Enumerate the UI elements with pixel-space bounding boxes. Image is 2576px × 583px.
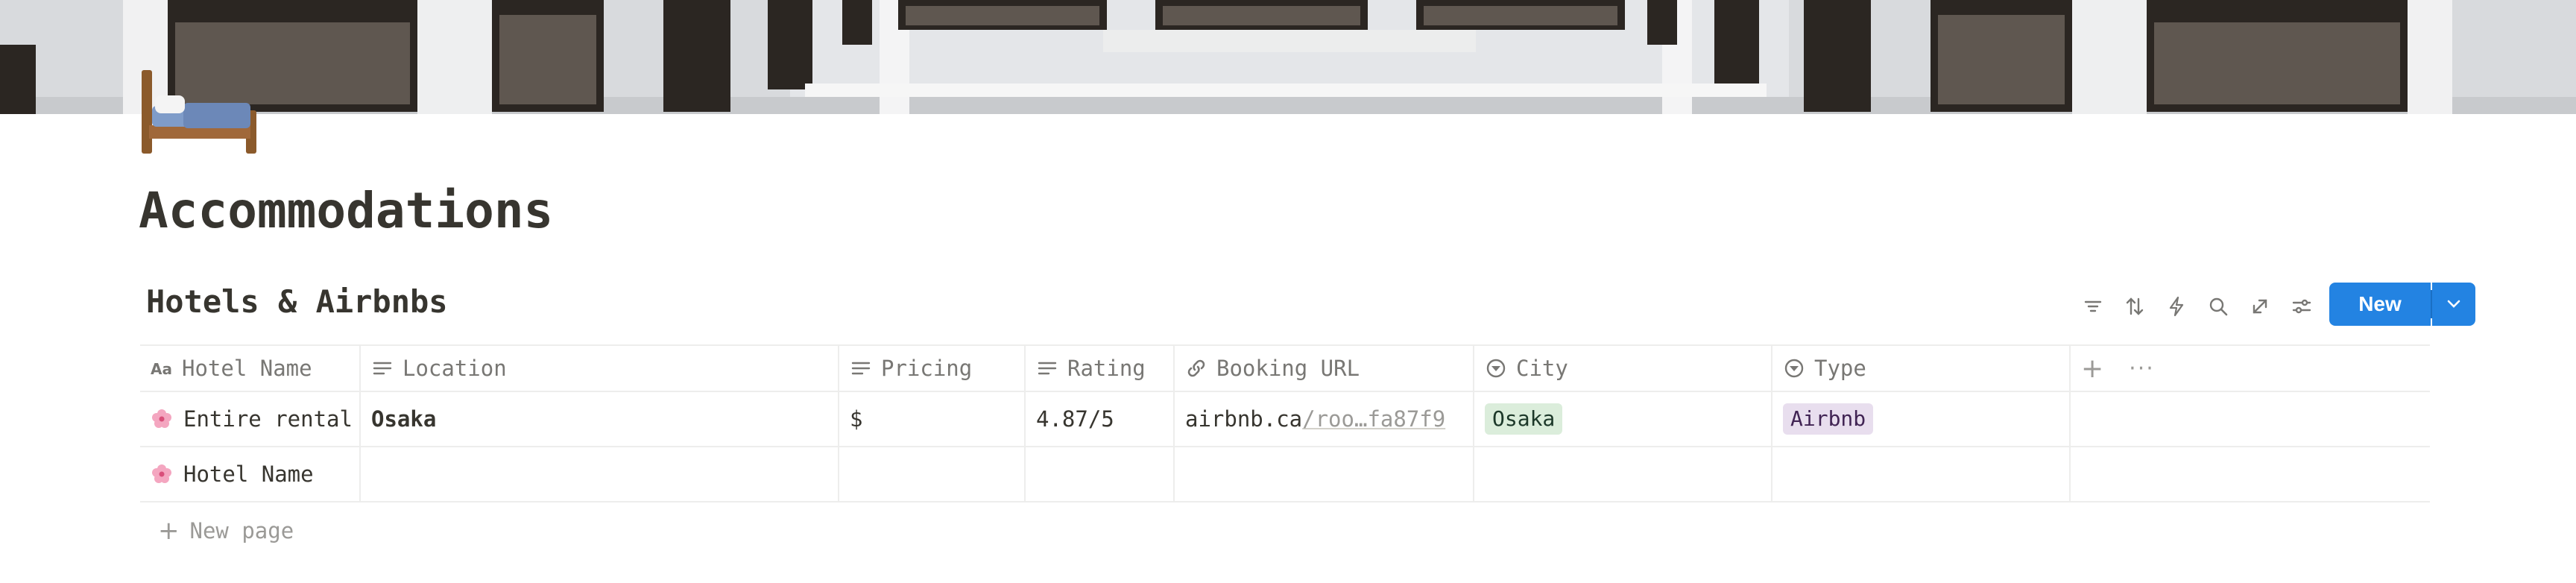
chevron-down-icon [2447,300,2460,308]
new-dropdown-button[interactable] [2431,283,2475,326]
column-label: Hotel Name [182,356,312,381]
settings-icon[interactable] [2281,286,2323,327]
column-label: Booking URL [1216,356,1360,381]
cell-rating[interactable]: 4.87/5 [1026,392,1175,446]
text-icon [373,362,392,375]
column-header-city[interactable]: City [1474,346,1772,391]
column-header-location[interactable]: Location [361,346,839,391]
cell-booking-url[interactable]: airbnb.ca/roo…fa87f9 [1175,392,1474,446]
column-header-hotel-name[interactable]: Aa Hotel Name [140,346,361,391]
database-toolbar [2072,285,2323,328]
bed-icon[interactable] [139,66,259,157]
database-title[interactable]: Hotels & Airbnbs [146,286,448,318]
new-page-label: New page [189,518,294,543]
column-header-type[interactable]: Type [1772,346,2071,391]
link-icon [1187,359,1205,377]
plus-icon: + [158,516,180,546]
table-row[interactable]: Entire rental Osaka $ 4.87/5 airbnb.ca/r… [140,392,2430,447]
expand-icon[interactable] [2239,286,2281,327]
add-property-button[interactable]: + [2081,353,2103,384]
hotel-name-text: Entire rental [183,406,353,432]
select-icon [1784,359,1804,378]
database-table: Aa Hotel Name Location Pricing Rating Bo… [140,344,2430,502]
cell-location[interactable]: Osaka [361,392,839,446]
cell-type[interactable]: Airbnb [1772,392,2071,446]
cell-hotel-name[interactable]: Hotel Name [140,447,361,501]
title-icon: Aa [151,360,172,378]
flower-icon [152,409,171,428]
booking-url-host[interactable]: airbnb.ca [1185,406,1302,432]
text-icon [851,362,871,375]
table-header-row: Aa Hotel Name Location Pricing Rating Bo… [140,344,2430,392]
cell-city[interactable]: Osaka [1474,392,1772,446]
table-row[interactable]: Hotel Name [140,447,2430,502]
column-label: Pricing [881,356,973,381]
type-tag: Airbnb [1783,403,1874,435]
cell-pricing[interactable]: $ [839,392,1026,446]
more-options-icon[interactable]: ··· [2129,356,2155,382]
new-button[interactable]: New [2329,283,2431,326]
column-header-actions: + ··· [2071,346,2430,391]
page-title[interactable]: Accommodations [139,186,553,236]
column-label: Type [1814,356,1866,381]
filter-icon[interactable] [2072,286,2114,327]
cell-hotel-name[interactable]: Entire rental [140,392,361,446]
select-icon [1486,359,1506,378]
cell-empty [2071,392,2430,446]
cover-image [0,0,2576,114]
sort-icon[interactable] [2114,286,2156,327]
cell-booking-url[interactable] [1175,447,1474,501]
new-page-button[interactable]: + New page [158,516,294,546]
cell-pricing[interactable] [839,447,1026,501]
flower-icon [152,464,171,483]
column-label: Location [402,356,507,381]
column-label: Rating [1067,356,1146,381]
cell-type[interactable] [1772,447,2071,501]
column-label: City [1516,356,1568,381]
cell-location[interactable] [361,447,839,501]
svg-text:Aa: Aa [151,360,172,378]
cell-rating[interactable] [1026,447,1175,501]
cell-empty [2071,447,2430,501]
city-tag: Osaka [1485,403,1563,435]
booking-url-path[interactable]: /roo…fa87f9 [1302,406,1445,432]
search-icon[interactable] [2197,286,2239,327]
text-icon [1038,362,1057,375]
hotel-name-text: Hotel Name [183,461,314,487]
automation-icon[interactable] [2156,286,2197,327]
column-header-booking-url[interactable]: Booking URL [1175,346,1474,391]
cell-city[interactable] [1474,447,1772,501]
column-header-pricing[interactable]: Pricing [839,346,1026,391]
column-header-rating[interactable]: Rating [1026,346,1175,391]
